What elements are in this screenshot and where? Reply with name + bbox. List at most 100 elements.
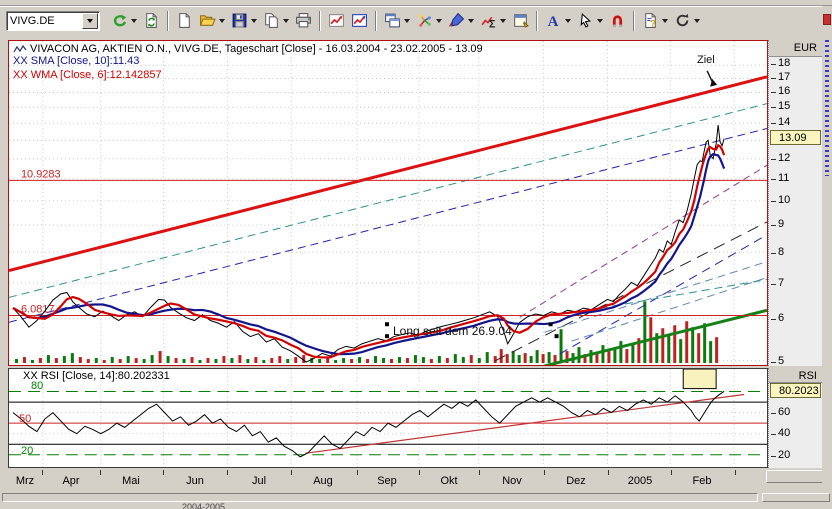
volume-bar xyxy=(541,354,545,364)
indicators-button[interactable]: Σ xyxy=(477,9,509,33)
toolbar-separator xyxy=(536,10,538,31)
volume-bar xyxy=(166,356,170,364)
new-button[interactable] xyxy=(173,9,196,33)
month-label: 2005 xyxy=(627,475,653,487)
volume-bar xyxy=(523,353,527,364)
open-folder-icon xyxy=(199,12,216,29)
open-button[interactable] xyxy=(196,9,228,33)
toolbar-separator xyxy=(167,10,169,31)
volume-bar xyxy=(685,321,689,364)
volume-bar xyxy=(613,348,617,364)
chart-title-text: VIVACON AG, AKTIEN O.N., VIVG.DE, Tagesc… xyxy=(30,43,483,55)
letter-a-icon: A xyxy=(545,12,562,30)
red-app-icon[interactable] xyxy=(823,14,831,25)
svg-text:Σ: Σ xyxy=(489,18,496,29)
volume-bar xyxy=(485,352,489,364)
volume-bar xyxy=(477,358,481,364)
copy-button[interactable] xyxy=(260,9,292,33)
save-button[interactable] xyxy=(228,9,260,33)
chart-line-icon xyxy=(13,44,27,53)
toolbar-buttons: Σ A? xyxy=(108,9,703,33)
axis-tick-mark xyxy=(771,434,776,435)
annotation-handle xyxy=(385,322,389,327)
rsi-axis-header: RSI xyxy=(769,368,822,383)
volume-bar xyxy=(461,357,465,364)
fan-teal-dashed-low xyxy=(599,279,767,309)
text-tool-button[interactable]: A xyxy=(542,9,574,33)
volume-bar xyxy=(547,352,551,364)
symbol-combobox[interactable]: VIVG.DE xyxy=(6,10,100,31)
draw-tools-button[interactable] xyxy=(445,9,477,33)
dropdown-arrow-icon xyxy=(436,18,442,23)
time-tick-mark xyxy=(42,470,43,475)
pointer-tool-button[interactable] xyxy=(574,9,606,33)
annotation-long-note[interactable]: Long seit dem 26.9.04 xyxy=(393,324,512,338)
volume-bar xyxy=(505,354,509,364)
volume-bar xyxy=(158,351,162,364)
volume-bar xyxy=(429,359,433,364)
volume-bar xyxy=(601,345,605,364)
annotation-ziel[interactable]: Ziel xyxy=(697,54,715,66)
eur-tick-label: 12 xyxy=(778,151,791,164)
chart-type-button[interactable] xyxy=(413,9,445,33)
rsi-value-badge: 80.2023 xyxy=(770,382,821,398)
axis-tick-mark xyxy=(771,283,776,285)
printer-icon xyxy=(295,12,312,29)
rsi-axis[interactable]: RSI 60 40 20 80.2023 xyxy=(768,368,822,468)
volume-bar xyxy=(238,355,242,364)
reload-chart-button[interactable] xyxy=(140,9,163,33)
month-label: Jul xyxy=(251,475,267,487)
rsi-level-label: 50 xyxy=(19,413,32,425)
rsi-chart-canvas[interactable] xyxy=(9,369,767,467)
note-help-icon: ? xyxy=(642,12,659,29)
status-bar: 2004-2005 xyxy=(0,492,832,509)
volume-bar xyxy=(625,349,629,364)
reset-view-button[interactable] xyxy=(671,9,703,33)
volume-bar xyxy=(366,359,370,364)
wma-line xyxy=(12,143,726,359)
volume-bar xyxy=(62,356,66,364)
eur-tick-label: 9 xyxy=(778,218,785,231)
volume-bar xyxy=(270,358,274,364)
volume-bar xyxy=(619,341,623,364)
notes-button[interactable]: ? xyxy=(639,9,671,33)
volume-bar xyxy=(559,329,563,364)
price-axis[interactable]: EUR 18 17 16 15 14 12 11 10 9 8 7 6 5 13.09 xyxy=(768,40,822,366)
scrollbar-thumb[interactable] xyxy=(762,493,830,502)
combo-dropdown-button[interactable] xyxy=(82,12,98,29)
axis-tick-mark xyxy=(771,178,776,180)
month-label: Dez xyxy=(566,475,586,487)
copy-pages-icon xyxy=(263,12,280,29)
volume-bar xyxy=(278,356,282,364)
rsi-tick-label: 20 xyxy=(778,448,791,461)
toolbar-separator xyxy=(633,10,635,31)
chart-blue-button[interactable] xyxy=(348,9,371,33)
rsi-panel[interactable]: XX RSI [Close, 14]:80.202331 80 50 20 xyxy=(8,368,768,468)
time-axis[interactable]: Mrz Apr Mai Jun Jul Aug Sep Okt Nov Dez 2005 Feb xyxy=(8,470,768,490)
volume-bar xyxy=(254,357,258,364)
eur-tick-label: 7 xyxy=(778,276,785,289)
windows-button[interactable] xyxy=(381,9,413,33)
eur-tick-label: 17 xyxy=(778,70,791,83)
volume-bar xyxy=(397,357,401,364)
print-button[interactable] xyxy=(292,9,315,33)
properties-button[interactable] xyxy=(509,9,532,33)
magnet-tool-button[interactable] xyxy=(606,9,629,33)
month-label: Mrz xyxy=(15,475,35,487)
price-chart-canvas[interactable]: 10.92836.0817 xyxy=(9,41,767,365)
volume-bar xyxy=(286,359,290,364)
back-button[interactable] xyxy=(108,9,140,33)
volume-bar xyxy=(350,359,354,364)
volume-bar xyxy=(661,328,665,364)
rsi-level-label: 80 xyxy=(31,380,44,392)
rsi-tick-label: 60 xyxy=(778,405,791,418)
channel-teal-dashed xyxy=(9,103,767,298)
volume-bar xyxy=(246,359,250,364)
dropdown-arrow-icon xyxy=(500,18,506,23)
volume-bar xyxy=(294,357,298,364)
volume-bar xyxy=(38,358,42,364)
chart-red-button[interactable] xyxy=(325,9,348,33)
volume-bar xyxy=(405,358,409,364)
price-chart-panel[interactable]: 10.9283 6.0817 VIVACON AG, AKTIEN O.N., V… xyxy=(8,40,768,366)
volume-bar xyxy=(206,358,210,364)
